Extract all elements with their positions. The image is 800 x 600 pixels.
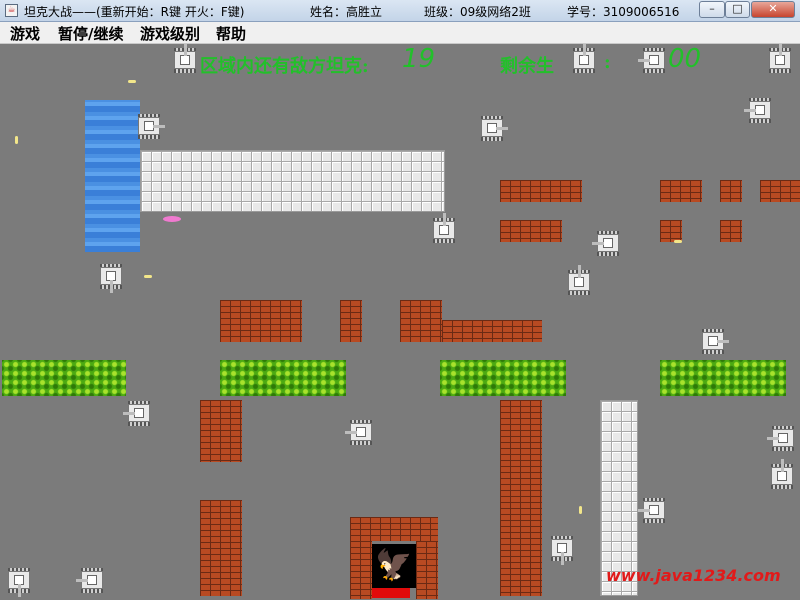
- enemy-tank: [768, 459, 796, 490]
- eagle-icon: 🦅: [375, 548, 413, 583]
- lives-colon: :: [604, 52, 611, 73]
- bullet: [15, 136, 18, 144]
- brick-wall: [500, 180, 582, 202]
- lives-label: 剩余生: [500, 56, 554, 77]
- grass-patch: [2, 360, 126, 396]
- lives-count: 00: [668, 44, 702, 74]
- watermark: www.java1234.com: [606, 566, 781, 585]
- menu-game[interactable]: 游戏: [10, 23, 40, 44]
- title-bar: ☕ 坦克大战——(重新开始：R键 开火：F键) 姓名：高胜立 班级：09级网络2…: [0, 0, 800, 22]
- java-cup-icon: ☕: [5, 4, 18, 17]
- maximize-button[interactable]: □: [725, 1, 750, 18]
- enemy-tank: [135, 112, 165, 140]
- brick-wall: [416, 541, 438, 599]
- brick-wall: [442, 320, 542, 342]
- enemy-tank: [345, 418, 375, 446]
- brick-wall: [200, 500, 242, 596]
- enemies-remaining-count: 19: [402, 44, 436, 74]
- brick-wall: [720, 220, 742, 242]
- enemy-tank: [5, 566, 33, 597]
- enemy-tank: [478, 114, 508, 142]
- menu-pause-resume[interactable]: 暂停/继续: [58, 23, 123, 44]
- brick-wall: [400, 300, 442, 342]
- brick-wall: [350, 517, 438, 541]
- game-field[interactable]: 🦅 区域内还有敌方坦克: 19 剩余生 : 00: [0, 44, 800, 600]
- menu-help[interactable]: 帮助: [216, 23, 246, 44]
- student-id: 学号：3109006516: [567, 5, 680, 19]
- enemy-tank: [767, 424, 797, 452]
- enemy-tank: [76, 566, 106, 594]
- enemy-tank: [766, 44, 794, 74]
- brick-wall: [720, 180, 742, 202]
- brick-wall: [500, 220, 562, 242]
- enemy-tank: [548, 534, 576, 565]
- enemy-tank: [744, 96, 774, 124]
- grass-patch: [220, 360, 346, 396]
- student-name: 姓名：高胜立: [310, 5, 383, 19]
- enemy-tank: [638, 46, 668, 74]
- close-button[interactable]: ✕: [751, 1, 795, 18]
- bullet: [128, 80, 136, 83]
- enemy-tank: [570, 44, 598, 74]
- enemy-tank: [430, 213, 458, 244]
- minimize-button[interactable]: –: [699, 1, 725, 18]
- enemy-tank: [699, 327, 729, 355]
- enemy-tank: [97, 262, 125, 293]
- brick-wall: [220, 300, 302, 342]
- steel-wall: [140, 150, 445, 212]
- item-marker: [163, 216, 181, 222]
- bullet: [144, 275, 152, 278]
- window-title: 坦克大战——(重新开始：R键 开火：F键): [24, 5, 245, 19]
- enemy-tank: [638, 496, 668, 524]
- brick-wall: [500, 400, 542, 596]
- bullet: [579, 506, 582, 514]
- brick-wall: [660, 180, 702, 202]
- brick-wall: [760, 180, 800, 202]
- grass-patch: [660, 360, 786, 396]
- base-red-bar: [372, 588, 410, 598]
- menu-level[interactable]: 游戏级别: [140, 23, 200, 44]
- brick-wall: [200, 400, 242, 462]
- enemy-tank: [592, 229, 622, 257]
- eagle-base: 🦅: [372, 544, 416, 588]
- water-tile: [85, 100, 140, 252]
- enemies-remaining-label: 区域内还有敌方坦克:: [200, 56, 369, 77]
- enemy-tank: [171, 44, 199, 74]
- brick-wall: [340, 300, 362, 342]
- brick-wall: [350, 541, 372, 599]
- grass-patch: [440, 360, 566, 396]
- enemy-tank: [565, 265, 593, 296]
- bullet: [674, 240, 682, 243]
- student-class: 班级：09级网络2班: [424, 5, 531, 19]
- menu-bar: 游戏 暂停/继续 游戏级别 帮助: [0, 22, 800, 44]
- enemy-tank: [123, 399, 153, 427]
- brick-wall: [660, 220, 682, 242]
